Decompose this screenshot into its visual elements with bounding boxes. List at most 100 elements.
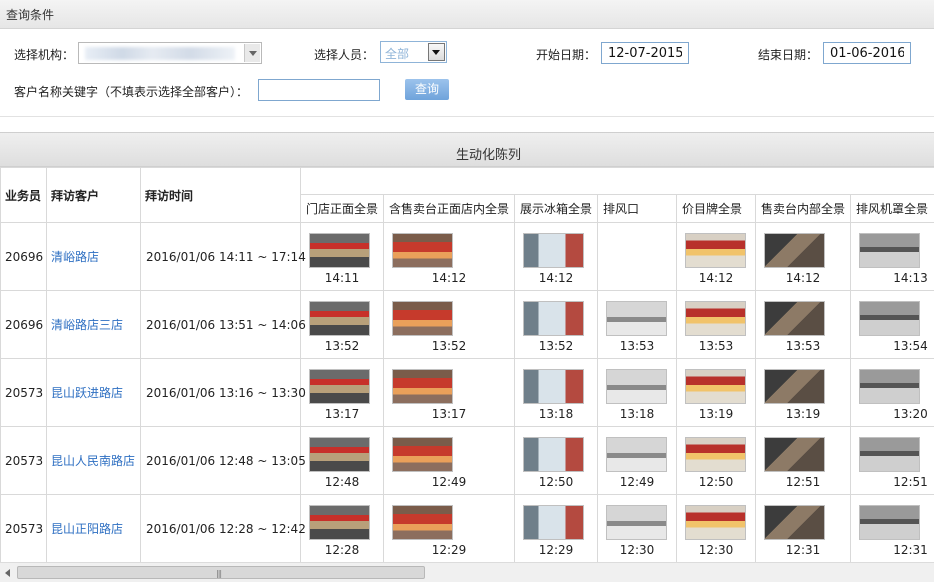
start-date-input[interactable] [601,42,689,64]
photo-timestamp: 14:13 [893,271,928,285]
header-photo-col: 售卖台内部全景 [755,194,851,223]
photo-thumbnail[interactable] [859,301,920,336]
photo-thumbnail[interactable] [764,437,825,472]
photo-timestamp: 13:19 [785,407,821,421]
header-photo-col: 含售卖台正面店内全景 [383,194,515,223]
photo-timestamp: 13:19 [698,407,734,421]
photo-thumbnail[interactable] [309,505,370,540]
person-label: 选择人员： [314,48,375,62]
header-photo-col: 门店正面全景 [300,194,384,223]
grip-icon: ||| [216,569,222,578]
photo-timestamp: 13:52 [538,339,574,353]
photo-thumbnail[interactable] [392,301,453,336]
photo-thumbnail[interactable] [523,437,584,472]
scroll-left-icon[interactable] [0,563,17,582]
photo-thumbnail[interactable] [392,505,453,540]
photo-timestamp: 14:12 [431,271,467,285]
photo-cell: 12:51 [755,426,851,495]
photo-thumbnail[interactable] [523,301,584,336]
query-conditions-header: 查询条件 [0,0,934,29]
photo-thumbnail[interactable] [309,233,370,268]
photo-cell: 12:28 [300,494,384,563]
photo-thumbnail[interactable] [309,369,370,404]
header-photo-col: 展示冰箱全景 [514,194,598,223]
photo-timestamp: 13:18 [538,407,574,421]
photo-thumbnail[interactable] [523,369,584,404]
query-conditions-title: 查询条件 [6,8,55,22]
photo-thumbnail[interactable] [859,437,920,472]
photo-timestamp: 13:53 [698,339,734,353]
photo-thumbnail[interactable] [392,437,453,472]
customer-keyword-input[interactable] [258,79,380,101]
chevron-down-icon[interactable] [244,44,260,62]
photo-thumbnail[interactable] [523,505,584,540]
photo-thumbnail[interactable] [606,505,667,540]
photo-thumbnail[interactable] [859,233,920,268]
person-select[interactable]: 全部 [380,41,447,63]
salesman-cell: 20573 [0,358,47,427]
table-row: 20573 昆山正阳路店 2016/01/06 12:28 ~ 12:42 12:28… [0,494,934,563]
photo-thumbnail[interactable] [764,505,825,540]
photo-thumbnail[interactable] [685,233,746,268]
horizontal-scrollbar[interactable]: ||| [0,562,934,582]
photo-thumbnail[interactable] [685,369,746,404]
customer-link[interactable]: 昆山人民南路店 [46,426,141,495]
photo-cell: 13:19 [676,358,756,427]
photo-cell: 13:18 [514,358,598,427]
header-photo-col: 排风机罩全景 [849,194,934,223]
salesman-cell: 20573 [0,494,47,563]
photo-thumbnail[interactable] [309,301,370,336]
photo-timestamp: 12:51 [785,475,821,489]
photo-thumbnail[interactable] [685,505,746,540]
photo-cell: 13:54 [849,290,934,359]
photo-thumbnail[interactable] [392,369,453,404]
org-select[interactable] [78,42,262,64]
photo-cell: 13:18 [597,358,677,427]
photo-thumbnail[interactable] [764,233,825,268]
photo-thumbnail[interactable] [685,301,746,336]
photo-timestamp: 12:49 [431,475,467,489]
search-button[interactable]: 查询 [405,79,449,100]
chevron-down-icon[interactable] [428,43,445,61]
header-customer: 拜访客户 [46,167,141,223]
photo-cell: 13:20 [849,358,934,427]
end-date-input[interactable] [823,42,911,64]
customer-link[interactable]: 昆山跃进路店 [46,358,141,427]
photo-thumbnail[interactable] [309,437,370,472]
salesman-cell: 20696 [0,222,47,291]
photo-timestamp: 12:30 [619,543,655,557]
photo-thumbnail[interactable] [523,233,584,268]
customer-link[interactable]: 清峪路店 [46,222,141,291]
photo-cell [597,222,677,291]
photo-cell: 14:12 [514,222,598,291]
photo-timestamp: 13:52 [324,339,360,353]
salesman-cell: 20696 [0,290,47,359]
header-photo-col: 价目牌全景 [676,194,756,223]
photo-thumbnail[interactable] [859,505,920,540]
photo-timestamp: 12:51 [893,475,928,489]
photo-thumbnail[interactable] [606,437,667,472]
photo-timestamp: 13:53 [785,339,821,353]
table-row: 20696 清峪路店 2016/01/06 14:11 ~ 17:14 14:11 14… [0,222,934,291]
scrollbar-thumb[interactable]: ||| [17,566,425,579]
photo-timestamp: 13:53 [619,339,655,353]
visit-time-cell: 2016/01/06 13:16 ~ 13:30 [140,358,306,427]
start-date-label: 开始日期： [536,48,597,62]
photo-cell: 13:52 [514,290,598,359]
photo-thumbnail[interactable] [606,301,667,336]
photo-thumbnail[interactable] [685,437,746,472]
photo-timestamp: 13:17 [324,407,360,421]
photo-timestamp: 13:20 [893,407,928,421]
customer-link[interactable]: 清峪路店三店 [46,290,141,359]
photo-thumbnail[interactable] [392,233,453,268]
query-form: 选择机构： 选择人员： 全部 开始日期： 结束日期： 客户名称关键字（不填表示选… [0,29,934,117]
photo-thumbnail[interactable] [764,301,825,336]
photo-thumbnail[interactable] [606,369,667,404]
visit-time-cell: 2016/01/06 12:28 ~ 12:42 [140,494,306,563]
org-select-redacted-value [85,47,235,60]
photo-thumbnail[interactable] [764,369,825,404]
table-row: 20573 昆山人民南路店 2016/01/06 12:48 ~ 13:05 12:4… [0,426,934,495]
customer-link[interactable]: 昆山正阳路店 [46,494,141,563]
photo-thumbnail[interactable] [859,369,920,404]
photo-cell: 12:30 [597,494,677,563]
